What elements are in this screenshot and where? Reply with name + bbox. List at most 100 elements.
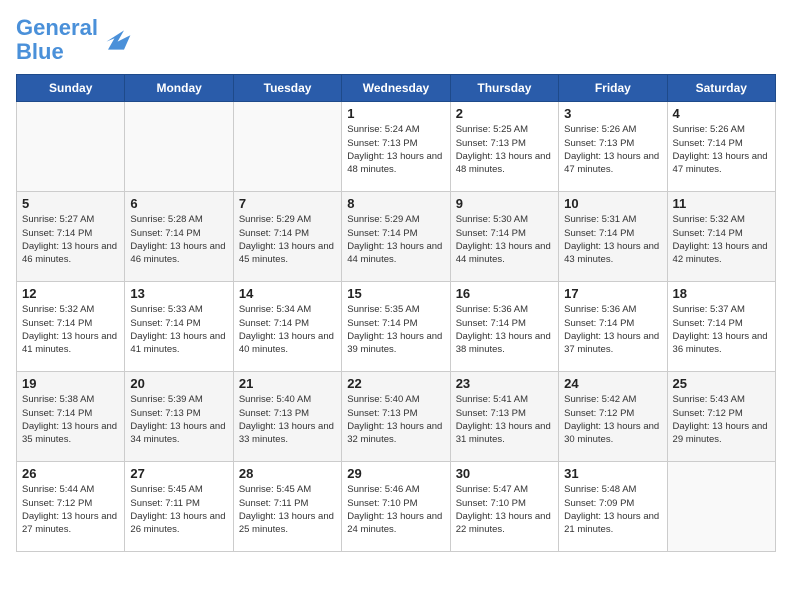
calendar-cell: 14 Sunrise: 5:34 AMSunset: 7:14 PMDaylig… xyxy=(233,282,341,372)
calendar-cell xyxy=(667,462,775,552)
calendar-cell: 3 Sunrise: 5:26 AMSunset: 7:13 PMDayligh… xyxy=(559,102,667,192)
calendar-week-3: 12 Sunrise: 5:32 AMSunset: 7:14 PMDaylig… xyxy=(17,282,776,372)
day-info: Sunrise: 5:26 AMSunset: 7:13 PMDaylight:… xyxy=(564,123,661,176)
day-number: 25 xyxy=(673,376,770,391)
day-info: Sunrise: 5:29 AMSunset: 7:14 PMDaylight:… xyxy=(239,213,336,266)
day-number: 7 xyxy=(239,196,336,211)
weekday-header-thursday: Thursday xyxy=(450,75,558,102)
calendar-cell: 31 Sunrise: 5:48 AMSunset: 7:09 PMDaylig… xyxy=(559,462,667,552)
weekday-header-wednesday: Wednesday xyxy=(342,75,450,102)
day-info: Sunrise: 5:45 AMSunset: 7:11 PMDaylight:… xyxy=(239,483,336,536)
calendar-cell: 6 Sunrise: 5:28 AMSunset: 7:14 PMDayligh… xyxy=(125,192,233,282)
calendar-cell: 26 Sunrise: 5:44 AMSunset: 7:12 PMDaylig… xyxy=(17,462,125,552)
day-number: 21 xyxy=(239,376,336,391)
day-number: 29 xyxy=(347,466,444,481)
calendar-cell: 15 Sunrise: 5:35 AMSunset: 7:14 PMDaylig… xyxy=(342,282,450,372)
day-info: Sunrise: 5:44 AMSunset: 7:12 PMDaylight:… xyxy=(22,483,119,536)
day-info: Sunrise: 5:48 AMSunset: 7:09 PMDaylight:… xyxy=(564,483,661,536)
day-number: 22 xyxy=(347,376,444,391)
day-info: Sunrise: 5:40 AMSunset: 7:13 PMDaylight:… xyxy=(347,393,444,446)
day-number: 13 xyxy=(130,286,227,301)
calendar-cell: 29 Sunrise: 5:46 AMSunset: 7:10 PMDaylig… xyxy=(342,462,450,552)
day-info: Sunrise: 5:43 AMSunset: 7:12 PMDaylight:… xyxy=(673,393,770,446)
day-number: 23 xyxy=(456,376,553,391)
day-number: 26 xyxy=(22,466,119,481)
day-number: 16 xyxy=(456,286,553,301)
day-info: Sunrise: 5:24 AMSunset: 7:13 PMDaylight:… xyxy=(347,123,444,176)
calendar-header: SundayMondayTuesdayWednesdayThursdayFrid… xyxy=(17,75,776,102)
day-info: Sunrise: 5:28 AMSunset: 7:14 PMDaylight:… xyxy=(130,213,227,266)
calendar-cell xyxy=(17,102,125,192)
calendar-cell: 1 Sunrise: 5:24 AMSunset: 7:13 PMDayligh… xyxy=(342,102,450,192)
calendar-cell: 21 Sunrise: 5:40 AMSunset: 7:13 PMDaylig… xyxy=(233,372,341,462)
day-info: Sunrise: 5:32 AMSunset: 7:14 PMDaylight:… xyxy=(673,213,770,266)
day-info: Sunrise: 5:29 AMSunset: 7:14 PMDaylight:… xyxy=(347,213,444,266)
day-info: Sunrise: 5:30 AMSunset: 7:14 PMDaylight:… xyxy=(456,213,553,266)
calendar-cell: 11 Sunrise: 5:32 AMSunset: 7:14 PMDaylig… xyxy=(667,192,775,282)
calendar-week-2: 5 Sunrise: 5:27 AMSunset: 7:14 PMDayligh… xyxy=(17,192,776,282)
day-number: 15 xyxy=(347,286,444,301)
day-number: 3 xyxy=(564,106,661,121)
calendar-cell: 30 Sunrise: 5:47 AMSunset: 7:10 PMDaylig… xyxy=(450,462,558,552)
calendar-cell: 13 Sunrise: 5:33 AMSunset: 7:14 PMDaylig… xyxy=(125,282,233,372)
calendar-cell xyxy=(233,102,341,192)
calendar-body: 1 Sunrise: 5:24 AMSunset: 7:13 PMDayligh… xyxy=(17,102,776,552)
day-info: Sunrise: 5:36 AMSunset: 7:14 PMDaylight:… xyxy=(564,303,661,356)
day-info: Sunrise: 5:32 AMSunset: 7:14 PMDaylight:… xyxy=(22,303,119,356)
calendar-cell: 18 Sunrise: 5:37 AMSunset: 7:14 PMDaylig… xyxy=(667,282,775,372)
calendar-cell: 19 Sunrise: 5:38 AMSunset: 7:14 PMDaylig… xyxy=(17,372,125,462)
weekday-header-sunday: Sunday xyxy=(17,75,125,102)
day-info: Sunrise: 5:45 AMSunset: 7:11 PMDaylight:… xyxy=(130,483,227,536)
weekday-header-tuesday: Tuesday xyxy=(233,75,341,102)
day-number: 14 xyxy=(239,286,336,301)
day-info: Sunrise: 5:37 AMSunset: 7:14 PMDaylight:… xyxy=(673,303,770,356)
day-number: 8 xyxy=(347,196,444,211)
calendar-cell: 8 Sunrise: 5:29 AMSunset: 7:14 PMDayligh… xyxy=(342,192,450,282)
calendar-cell: 10 Sunrise: 5:31 AMSunset: 7:14 PMDaylig… xyxy=(559,192,667,282)
logo-text: General Blue xyxy=(16,16,98,64)
calendar-cell: 12 Sunrise: 5:32 AMSunset: 7:14 PMDaylig… xyxy=(17,282,125,372)
calendar-cell: 2 Sunrise: 5:25 AMSunset: 7:13 PMDayligh… xyxy=(450,102,558,192)
weekday-header-saturday: Saturday xyxy=(667,75,775,102)
logo-icon xyxy=(100,26,132,54)
logo: General Blue xyxy=(16,16,132,64)
calendar-cell: 16 Sunrise: 5:36 AMSunset: 7:14 PMDaylig… xyxy=(450,282,558,372)
calendar-week-5: 26 Sunrise: 5:44 AMSunset: 7:12 PMDaylig… xyxy=(17,462,776,552)
day-number: 18 xyxy=(673,286,770,301)
calendar-cell xyxy=(125,102,233,192)
day-number: 1 xyxy=(347,106,444,121)
day-number: 12 xyxy=(22,286,119,301)
day-number: 28 xyxy=(239,466,336,481)
day-number: 10 xyxy=(564,196,661,211)
calendar-cell: 20 Sunrise: 5:39 AMSunset: 7:13 PMDaylig… xyxy=(125,372,233,462)
calendar-week-4: 19 Sunrise: 5:38 AMSunset: 7:14 PMDaylig… xyxy=(17,372,776,462)
day-number: 5 xyxy=(22,196,119,211)
day-info: Sunrise: 5:42 AMSunset: 7:12 PMDaylight:… xyxy=(564,393,661,446)
day-info: Sunrise: 5:31 AMSunset: 7:14 PMDaylight:… xyxy=(564,213,661,266)
day-number: 4 xyxy=(673,106,770,121)
calendar-cell: 7 Sunrise: 5:29 AMSunset: 7:14 PMDayligh… xyxy=(233,192,341,282)
weekday-header-row: SundayMondayTuesdayWednesdayThursdayFrid… xyxy=(17,75,776,102)
day-number: 9 xyxy=(456,196,553,211)
day-info: Sunrise: 5:25 AMSunset: 7:13 PMDaylight:… xyxy=(456,123,553,176)
day-number: 11 xyxy=(673,196,770,211)
page-header: General Blue xyxy=(16,16,776,64)
day-info: Sunrise: 5:47 AMSunset: 7:10 PMDaylight:… xyxy=(456,483,553,536)
calendar-table: SundayMondayTuesdayWednesdayThursdayFrid… xyxy=(16,74,776,552)
calendar-cell: 4 Sunrise: 5:26 AMSunset: 7:14 PMDayligh… xyxy=(667,102,775,192)
day-number: 2 xyxy=(456,106,553,121)
day-number: 31 xyxy=(564,466,661,481)
day-number: 6 xyxy=(130,196,227,211)
day-number: 17 xyxy=(564,286,661,301)
weekday-header-friday: Friday xyxy=(559,75,667,102)
day-number: 20 xyxy=(130,376,227,391)
day-info: Sunrise: 5:36 AMSunset: 7:14 PMDaylight:… xyxy=(456,303,553,356)
day-number: 27 xyxy=(130,466,227,481)
day-number: 30 xyxy=(456,466,553,481)
day-number: 19 xyxy=(22,376,119,391)
calendar-cell: 23 Sunrise: 5:41 AMSunset: 7:13 PMDaylig… xyxy=(450,372,558,462)
calendar-week-1: 1 Sunrise: 5:24 AMSunset: 7:13 PMDayligh… xyxy=(17,102,776,192)
calendar-cell: 24 Sunrise: 5:42 AMSunset: 7:12 PMDaylig… xyxy=(559,372,667,462)
day-info: Sunrise: 5:39 AMSunset: 7:13 PMDaylight:… xyxy=(130,393,227,446)
day-info: Sunrise: 5:38 AMSunset: 7:14 PMDaylight:… xyxy=(22,393,119,446)
